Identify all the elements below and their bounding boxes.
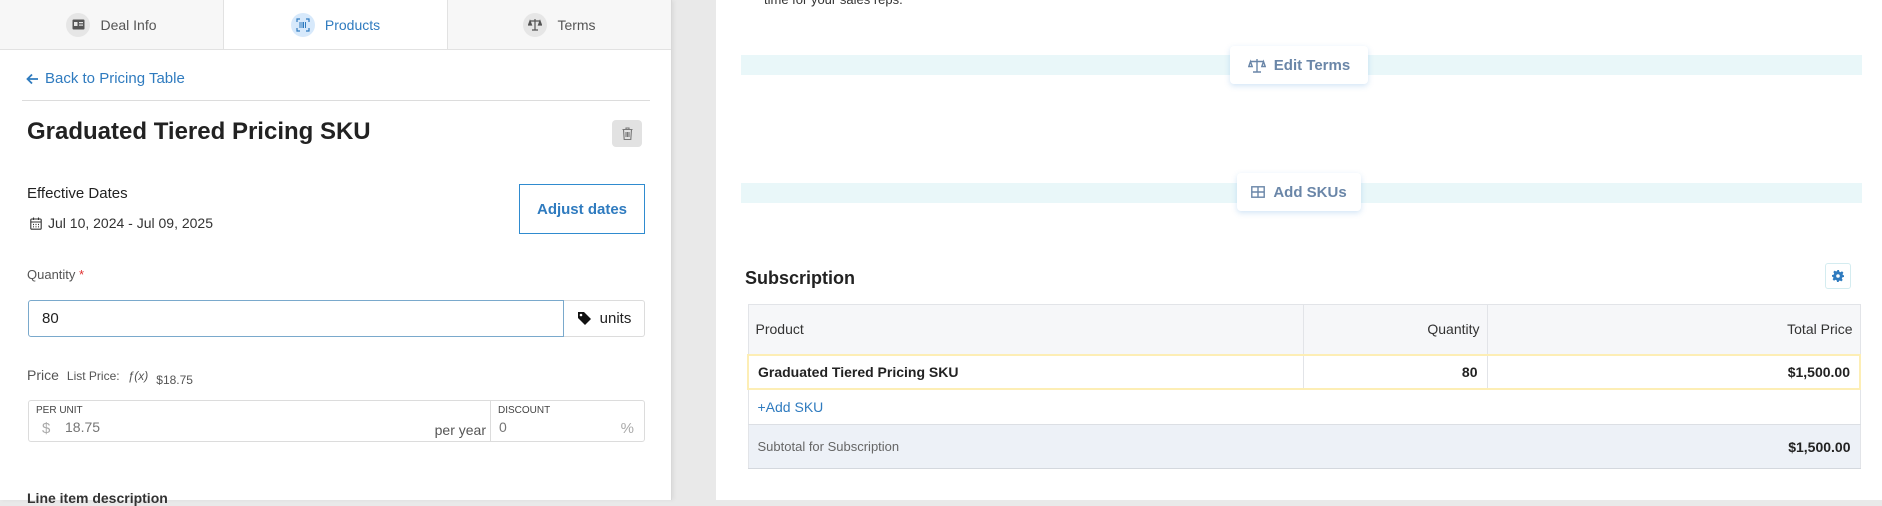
tab-products[interactable]: Products — [224, 0, 448, 49]
trash-icon — [622, 127, 632, 140]
sku-editor-panel: Deal Info Products Terms Back to Pricing… — [0, 0, 672, 506]
discount-label: DISCOUNT — [498, 405, 551, 416]
required-marker: * — [79, 267, 85, 282]
preview-text: time for your sales reps. — [764, 0, 903, 7]
add-skus-button[interactable]: Add SKUs — [1237, 173, 1361, 211]
edit-terms-button[interactable]: Edit Terms — [1230, 46, 1368, 84]
gear-icon — [1832, 270, 1844, 282]
currency-symbol: $ — [42, 420, 51, 437]
quantity-label-text: Quantity — [27, 267, 76, 282]
per-unit-price-input[interactable] — [65, 419, 365, 435]
column-header-quantity: Quantity — [1302, 304, 1488, 355]
back-to-pricing-table-link[interactable]: Back to Pricing Table — [26, 70, 185, 87]
cell-product: Graduated Tiered Pricing SKU — [747, 353, 1304, 390]
discount-input[interactable] — [499, 419, 599, 435]
effective-dates-label: Effective Dates — [27, 185, 128, 202]
tab-label: Terms — [557, 16, 596, 33]
subtotal-label: Subtotal for Subscription — [747, 424, 1487, 469]
subtotal-row: Subtotal for Subscription $1,500.00 — [747, 424, 1861, 469]
delete-sku-button[interactable] — [612, 120, 642, 147]
column-header-product: Product — [747, 304, 1304, 355]
units-addon: units — [564, 300, 645, 337]
add-sku-link[interactable]: +Add SKU — [747, 388, 1861, 425]
add-sku-row: +Add SKU — [747, 388, 1861, 425]
panel-tabs: Deal Info Products Terms — [0, 0, 671, 50]
barcode-scan-icon — [290, 12, 315, 37]
tab-label: Products — [324, 16, 381, 33]
subscription-title: Subscription — [745, 268, 856, 288]
calendar-icon — [30, 217, 42, 230]
section-settings-button[interactable] — [1825, 263, 1851, 289]
adjust-dates-button[interactable]: Adjust dates — [519, 184, 645, 234]
effective-dates-value: Jul 10, 2024 - Jul 09, 2025 — [30, 215, 213, 231]
price-label: Price — [27, 367, 59, 383]
tab-terms[interactable]: Terms — [448, 0, 671, 49]
price-fields: PER UNIT $ per year DISCOUNT % — [28, 400, 645, 442]
list-price-value: $18.75 — [156, 373, 193, 387]
id-card-icon — [66, 12, 91, 37]
cell-total-price: $1,500.00 — [1487, 353, 1861, 390]
quantity-input[interactable] — [28, 300, 564, 337]
tab-label: Deal Info — [100, 16, 157, 33]
divider — [22, 100, 650, 101]
table-row[interactable]: Graduated Tiered Pricing SKU 80 $1,500.0… — [747, 353, 1861, 390]
back-link-label: Back to Pricing Table — [45, 70, 185, 87]
per-unit-field: PER UNIT $ per year — [29, 401, 491, 441]
column-header-total-price: Total Price — [1486, 304, 1861, 355]
tag-icon — [577, 312, 591, 325]
cell-quantity: 80 — [1303, 353, 1488, 390]
units-label: units — [599, 310, 632, 327]
table-icon — [1251, 186, 1266, 198]
table-header-row: Product Quantity Total Price — [747, 304, 1861, 355]
scale-icon — [523, 12, 548, 37]
scale-icon — [1247, 58, 1266, 73]
date-range-text: Jul 10, 2024 - Jul 09, 2025 — [48, 215, 214, 231]
tab-deal-info[interactable]: Deal Info — [0, 0, 224, 49]
discount-field: DISCOUNT % — [491, 401, 644, 441]
quote-preview: time for your sales reps. Edit Terms Add… — [716, 0, 1882, 500]
percent-symbol: % — [620, 420, 634, 437]
list-price-label: List Price: — [66, 369, 120, 383]
price-header: Price List Price: ƒ(x) $18.75 — [27, 367, 193, 387]
add-skus-label: Add SKUs — [1273, 183, 1347, 201]
subscription-table: Product Quantity Total Price Graduated T… — [747, 304, 1861, 469]
edit-terms-label: Edit Terms — [1273, 56, 1351, 74]
line-item-description-label: Line item description — [27, 490, 168, 506]
quantity-label: Quantity * — [27, 267, 84, 282]
per-unit-label: PER UNIT — [36, 405, 83, 416]
arrow-left-icon — [26, 73, 38, 84]
sku-title: Graduated Tiered Pricing SKU — [27, 118, 371, 145]
subtotal-value: $1,500.00 — [1487, 424, 1861, 469]
per-period-label: per year — [434, 422, 486, 438]
function-icon: ƒ(x) — [127, 369, 149, 383]
